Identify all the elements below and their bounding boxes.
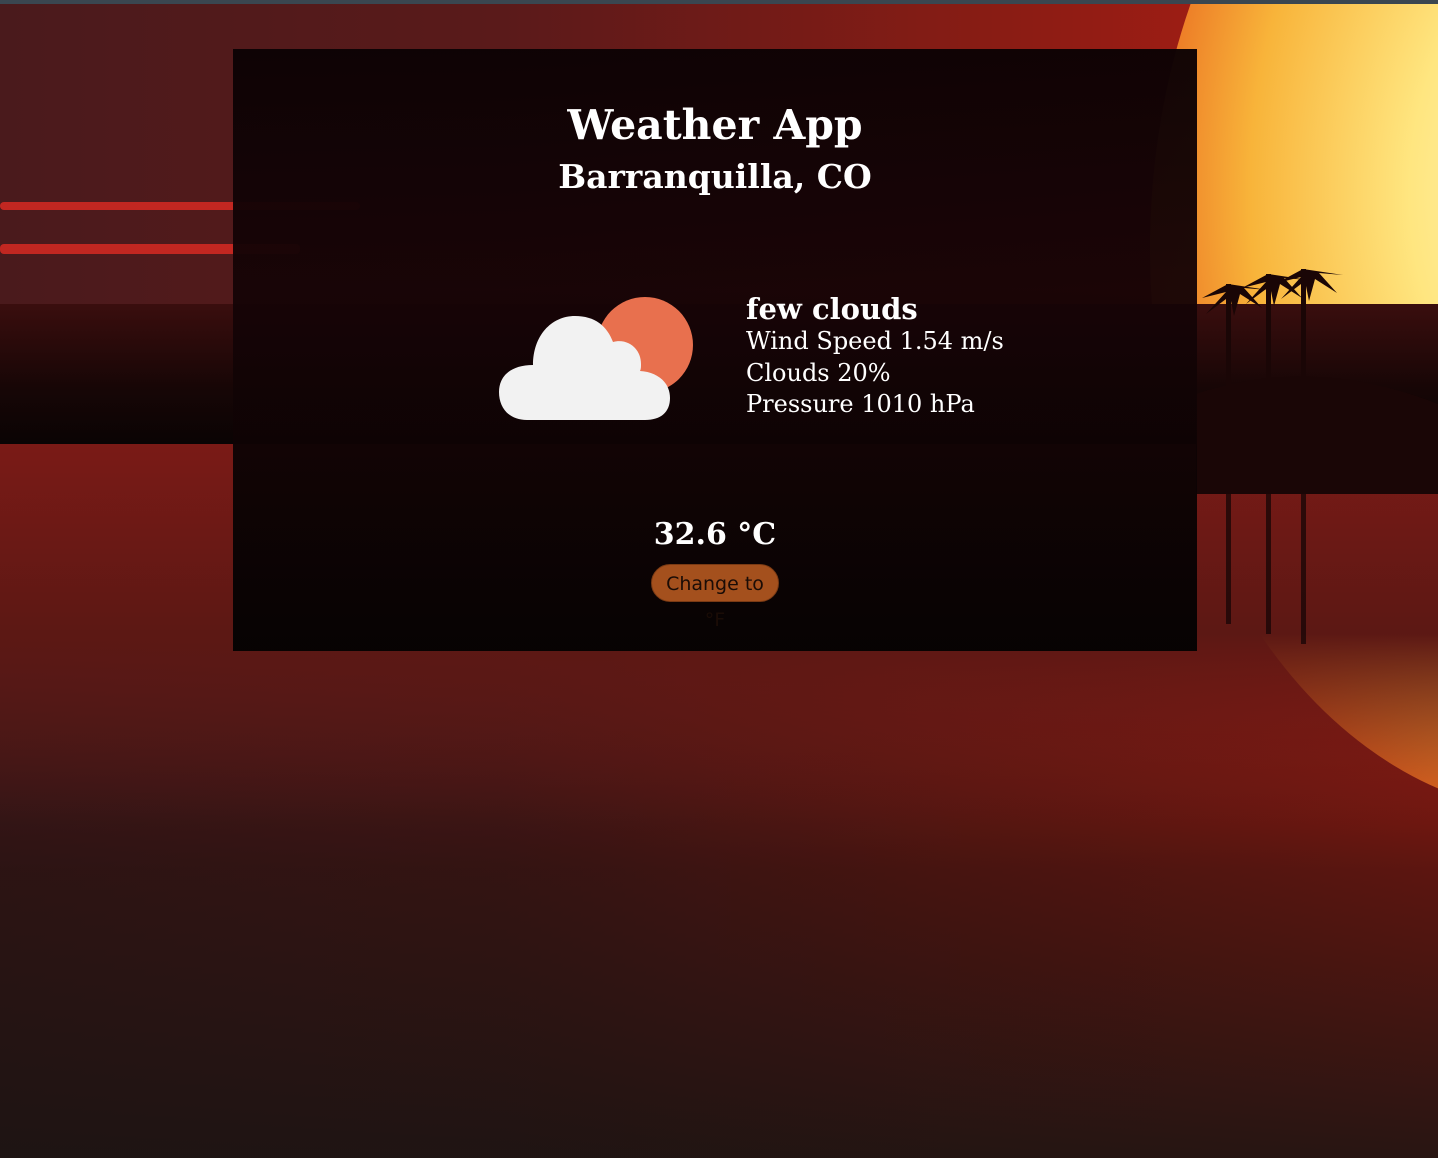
weather-card: Weather App Barranquilla, CO few clouds …	[233, 49, 1197, 651]
few-clouds-day-icon	[499, 297, 693, 420]
pressure: Pressure 1010 hPa	[746, 390, 975, 418]
weather-details: few clouds Wind Speed 1.54 m/s Clouds 20…	[746, 292, 1126, 421]
location-name: Barranquilla, CO	[558, 157, 872, 196]
wind-speed: Wind Speed 1.54 m/s	[746, 327, 1004, 355]
temperature-value: 32.6 °C	[653, 517, 777, 552]
background-palm-trees	[1196, 269, 1438, 644]
weather-description: few clouds	[746, 292, 918, 326]
app-title: Weather App	[567, 101, 863, 149]
toggle-unit-button[interactable]: Change to °F	[651, 564, 779, 631]
cloud-cover: Clouds 20%	[746, 358, 891, 387]
